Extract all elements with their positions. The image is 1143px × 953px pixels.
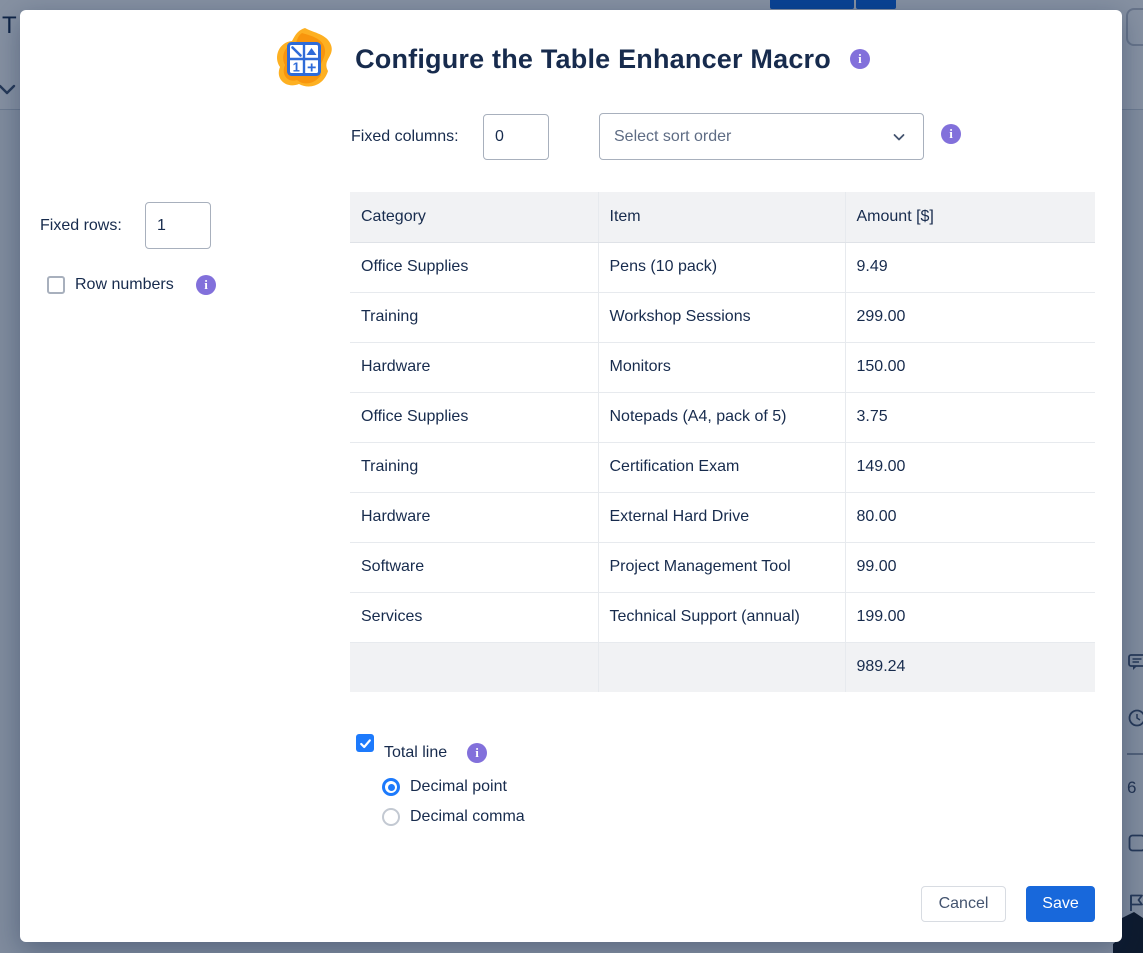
table-row: Hardware External Hard Drive 80.00: [350, 492, 1095, 542]
decimal-point-radio[interactable]: [382, 778, 400, 796]
radio-gap: [385, 781, 397, 793]
table-cell: Training: [350, 442, 598, 492]
table-cell: [598, 642, 845, 692]
total-line-checkbox[interactable]: [356, 734, 374, 752]
cancel-button[interactable]: Cancel: [921, 886, 1006, 922]
macro-config-dialog: 1 + Configure the Table Enhancer Macro i…: [20, 10, 1122, 942]
decimal-comma-radio[interactable]: [382, 808, 400, 826]
table-total-row: 989.24: [350, 642, 1095, 692]
sort-order-info-icon[interactable]: i: [941, 124, 961, 144]
total-line-info-icon[interactable]: i: [467, 743, 487, 763]
table-header-amount: Amount [$]: [845, 192, 1095, 242]
table-cell: 80.00: [845, 492, 1095, 542]
radio-dot: [388, 784, 395, 791]
table-cell: 3.75: [845, 392, 1095, 442]
row-numbers-checkbox[interactable]: [47, 276, 65, 294]
sort-order-placeholder: Select sort order: [614, 128, 731, 146]
row-numbers-label: Row numbers: [75, 275, 174, 295]
table-header-row: Category Item Amount [$]: [350, 192, 1095, 242]
table-row: Office Supplies Notepads (A4, pack of 5)…: [350, 392, 1095, 442]
table-cell: 299.00: [845, 292, 1095, 342]
table-cell: 99.00: [845, 542, 1095, 592]
table-cell: Services: [350, 592, 598, 642]
table-row: Office Supplies Pens (10 pack) 9.49: [350, 242, 1095, 292]
screen: T 6: [0, 0, 1143, 953]
table-cell: 9.49: [845, 242, 1095, 292]
table-header-category: Category: [350, 192, 598, 242]
table-cell: Notepads (A4, pack of 5): [598, 392, 845, 442]
table-cell: Hardware: [350, 342, 598, 392]
table-cell: Monitors: [598, 342, 845, 392]
table-cell: 150.00: [845, 342, 1095, 392]
table-row: Training Certification Exam 149.00: [350, 442, 1095, 492]
row-numbers-info-icon[interactable]: i: [196, 275, 216, 295]
title-info-icon[interactable]: i: [850, 49, 870, 69]
table-cell: Office Supplies: [350, 242, 598, 292]
preview-table: Category Item Amount [$] Office Supplies…: [350, 192, 1095, 692]
sort-order-select[interactable]: Select sort order: [599, 113, 924, 160]
table-cell: Workshop Sessions: [598, 292, 845, 342]
svg-text:1: 1: [293, 60, 300, 75]
fixed-columns-label: Fixed columns:: [351, 127, 459, 147]
table-header-item: Item: [598, 192, 845, 242]
decimal-comma-label: Decimal comma: [410, 807, 525, 827]
table-row: Software Project Management Tool 99.00: [350, 542, 1095, 592]
table-cell: 199.00: [845, 592, 1095, 642]
table-cell: Pens (10 pack): [598, 242, 845, 292]
table-row: Hardware Monitors 150.00: [350, 342, 1095, 392]
table-cell: 149.00: [845, 442, 1095, 492]
dialog-title: Configure the Table Enhancer Macro: [355, 44, 831, 75]
table-total-value: 989.24: [845, 642, 1095, 692]
table-cell: Office Supplies: [350, 392, 598, 442]
table-cell: Hardware: [350, 492, 598, 542]
table-cell: External Hard Drive: [598, 492, 845, 542]
fixed-rows-input[interactable]: [145, 202, 211, 249]
fixed-rows-label: Fixed rows:: [40, 216, 122, 236]
table-cell: Training: [350, 292, 598, 342]
table-row: Training Workshop Sessions 299.00: [350, 292, 1095, 342]
table-cell: Project Management Tool: [598, 542, 845, 592]
save-button[interactable]: Save: [1026, 886, 1095, 922]
table-cell: Technical Support (annual): [598, 592, 845, 642]
decimal-point-label: Decimal point: [410, 777, 507, 797]
dialog-header: 1 + Configure the Table Enhancer Macro i: [20, 26, 1122, 92]
table-cell: Certification Exam: [598, 442, 845, 492]
svg-text:+: +: [307, 60, 316, 77]
table-cell: Software: [350, 542, 598, 592]
table-row: Services Technical Support (annual) 199.…: [350, 592, 1095, 642]
chevron-down-icon: [891, 129, 907, 145]
total-line-label: Total line: [384, 743, 447, 763]
table-cell: [350, 642, 598, 692]
fixed-columns-input[interactable]: [483, 114, 549, 160]
check-icon: [359, 737, 372, 750]
table-enhancer-macro-icon: 1 +: [272, 27, 336, 91]
